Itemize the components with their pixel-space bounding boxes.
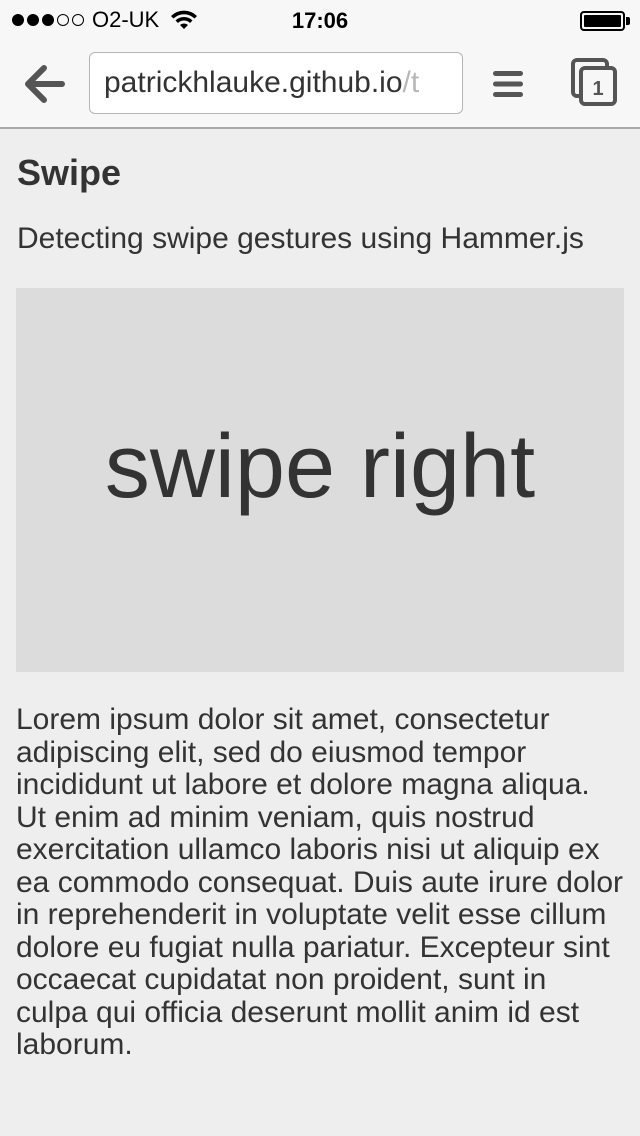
- battery-icon: [580, 11, 630, 31]
- tabs-button[interactable]: 1: [571, 58, 619, 106]
- page-title: Swipe: [17, 152, 122, 193]
- page-subtitle: Detecting swipe gestures using Hammer.js: [17, 222, 584, 255]
- back-arrow-icon[interactable]: [22, 62, 66, 106]
- clock: 17:06: [291, 8, 349, 33]
- body-paragraph: Lorem ipsum dolor sit amet, consectetur …: [16, 703, 624, 1061]
- swipe-direction-label: swipe right: [104, 416, 536, 517]
- url-path: /t: [402, 66, 420, 99]
- status-bar: O2-UK 17:06: [0, 0, 640, 40]
- swipe-target-area[interactable]: swipe right: [16, 288, 624, 672]
- tab-count: 1: [592, 78, 603, 100]
- hamburger-menu-icon[interactable]: [491, 67, 525, 101]
- browser-toolbar: patrickhlauke.github.io/t 1: [0, 40, 640, 129]
- address-bar[interactable]: patrickhlauke.github.io/t: [89, 52, 463, 114]
- tabs-icon: 1: [571, 58, 617, 106]
- url-host: patrickhlauke.github.io: [104, 66, 403, 99]
